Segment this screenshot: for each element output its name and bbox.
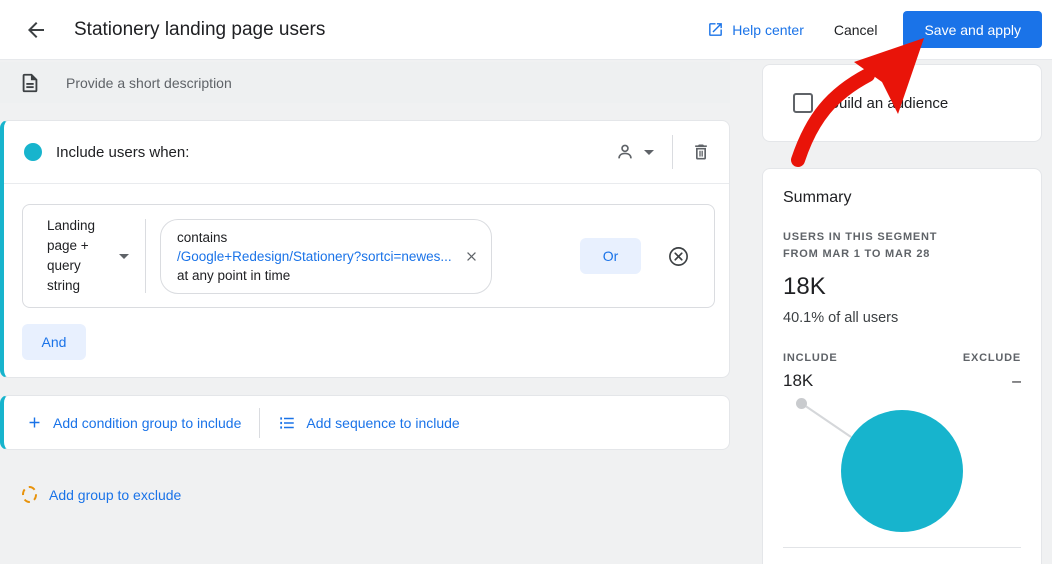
build-audience-checkbox[interactable] xyxy=(793,93,813,113)
back-button[interactable] xyxy=(22,16,50,44)
chevron-down-icon xyxy=(119,253,129,259)
cancel-button[interactable]: Cancel xyxy=(834,22,878,38)
segment-pie-chart xyxy=(783,395,1021,555)
document-icon xyxy=(19,71,41,95)
summary-card: Summary USERS IN THIS SEGMENT FROM MAR 1… xyxy=(762,168,1042,564)
plus-icon xyxy=(29,417,40,428)
summary-percent: 40.1% of all users xyxy=(783,310,899,326)
or-condition-button[interactable]: Or xyxy=(580,238,641,274)
include-users-when-label: Include users when: xyxy=(56,143,190,161)
header-actions: Help center Cancel Save and apply xyxy=(707,11,1042,48)
segment-builder-page: Stationery landing page users Help cente… xyxy=(0,0,1052,564)
divider xyxy=(145,219,146,293)
circled-x-icon xyxy=(669,246,688,266)
exclude-column-label: EXCLUDE xyxy=(962,352,1021,364)
condition-value: /Google+Redesign/Stationery?sortci=newes… xyxy=(177,248,452,264)
condition-filter-chip[interactable]: contains /Google+Redesign/Stationery?sor… xyxy=(160,218,492,294)
summary-users-total: 18K xyxy=(783,273,826,300)
top-app-bar: Stationery landing page users Help cente… xyxy=(0,0,1052,60)
help-center-label: Help center xyxy=(732,21,804,38)
include-condition-card: Include users when: Landing page + query… xyxy=(0,120,730,378)
open-in-new-icon xyxy=(709,23,723,36)
page-title: Stationery landing page users xyxy=(74,18,326,40)
summary-title: Summary xyxy=(783,189,852,206)
add-condition-group-label: Add condition group to include xyxy=(53,414,242,431)
divider xyxy=(259,407,261,438)
save-and-apply-button[interactable]: Save and apply xyxy=(903,11,1042,48)
dimension-label: Landing page + query string xyxy=(47,218,96,293)
description-placeholder: Provide a short description xyxy=(66,74,232,91)
add-group-to-exclude-button[interactable]: Add group to exclude xyxy=(22,486,181,503)
add-group-to-exclude-label: Add group to exclude xyxy=(49,486,182,503)
condition-scope: at any point in time xyxy=(177,267,291,283)
chevron-down-icon xyxy=(644,149,654,155)
description-field[interactable]: Provide a short description xyxy=(0,62,730,103)
add-sequence-button[interactable]: Add sequence to include xyxy=(278,414,460,432)
back-arrow-icon xyxy=(28,21,44,38)
include-value: 18K xyxy=(783,371,814,390)
add-group-card: Add condition group to include Add seque… xyxy=(0,395,730,450)
include-card-header: Include users when: xyxy=(4,121,729,184)
include-column-label: INCLUDE xyxy=(783,352,838,364)
include-pie-circle xyxy=(841,410,963,532)
dimension-dropdown[interactable]: Landing page + query string xyxy=(23,216,129,296)
summary-subtitle-line1: USERS IN THIS SEGMENT xyxy=(783,231,938,243)
summary-subtitle-line2: FROM MAR 1 TO MAR 28 xyxy=(783,248,931,260)
dashed-circle-icon xyxy=(22,486,37,503)
person-icon xyxy=(618,144,632,159)
add-condition-group-button[interactable]: Add condition group to include xyxy=(26,414,241,431)
trash-icon xyxy=(695,144,707,160)
exclude-value: – xyxy=(1012,373,1021,390)
remove-condition-button[interactable] xyxy=(667,245,690,268)
build-audience-card: Build an audience xyxy=(762,64,1042,142)
close-icon xyxy=(466,251,476,261)
divider xyxy=(783,547,1021,548)
condition-operator: contains xyxy=(177,229,228,245)
scope-selector-dropdown[interactable] xyxy=(614,141,654,163)
build-audience-label: Build an audience xyxy=(829,94,949,112)
summary-subtitle: USERS IN THIS SEGMENT FROM MAR 1 TO MAR … xyxy=(783,229,1021,263)
connector-dot xyxy=(796,398,807,409)
sequence-list-icon xyxy=(280,416,295,429)
clear-filter-button[interactable] xyxy=(464,249,479,264)
segment-scope-dot xyxy=(24,143,42,161)
condition-row: Landing page + query string contains /Go… xyxy=(22,204,715,308)
delete-group-button[interactable] xyxy=(691,141,711,163)
and-condition-button[interactable]: And xyxy=(22,324,86,360)
help-center-link[interactable]: Help center xyxy=(707,21,804,38)
add-sequence-label: Add sequence to include xyxy=(306,414,460,431)
divider xyxy=(672,135,673,169)
